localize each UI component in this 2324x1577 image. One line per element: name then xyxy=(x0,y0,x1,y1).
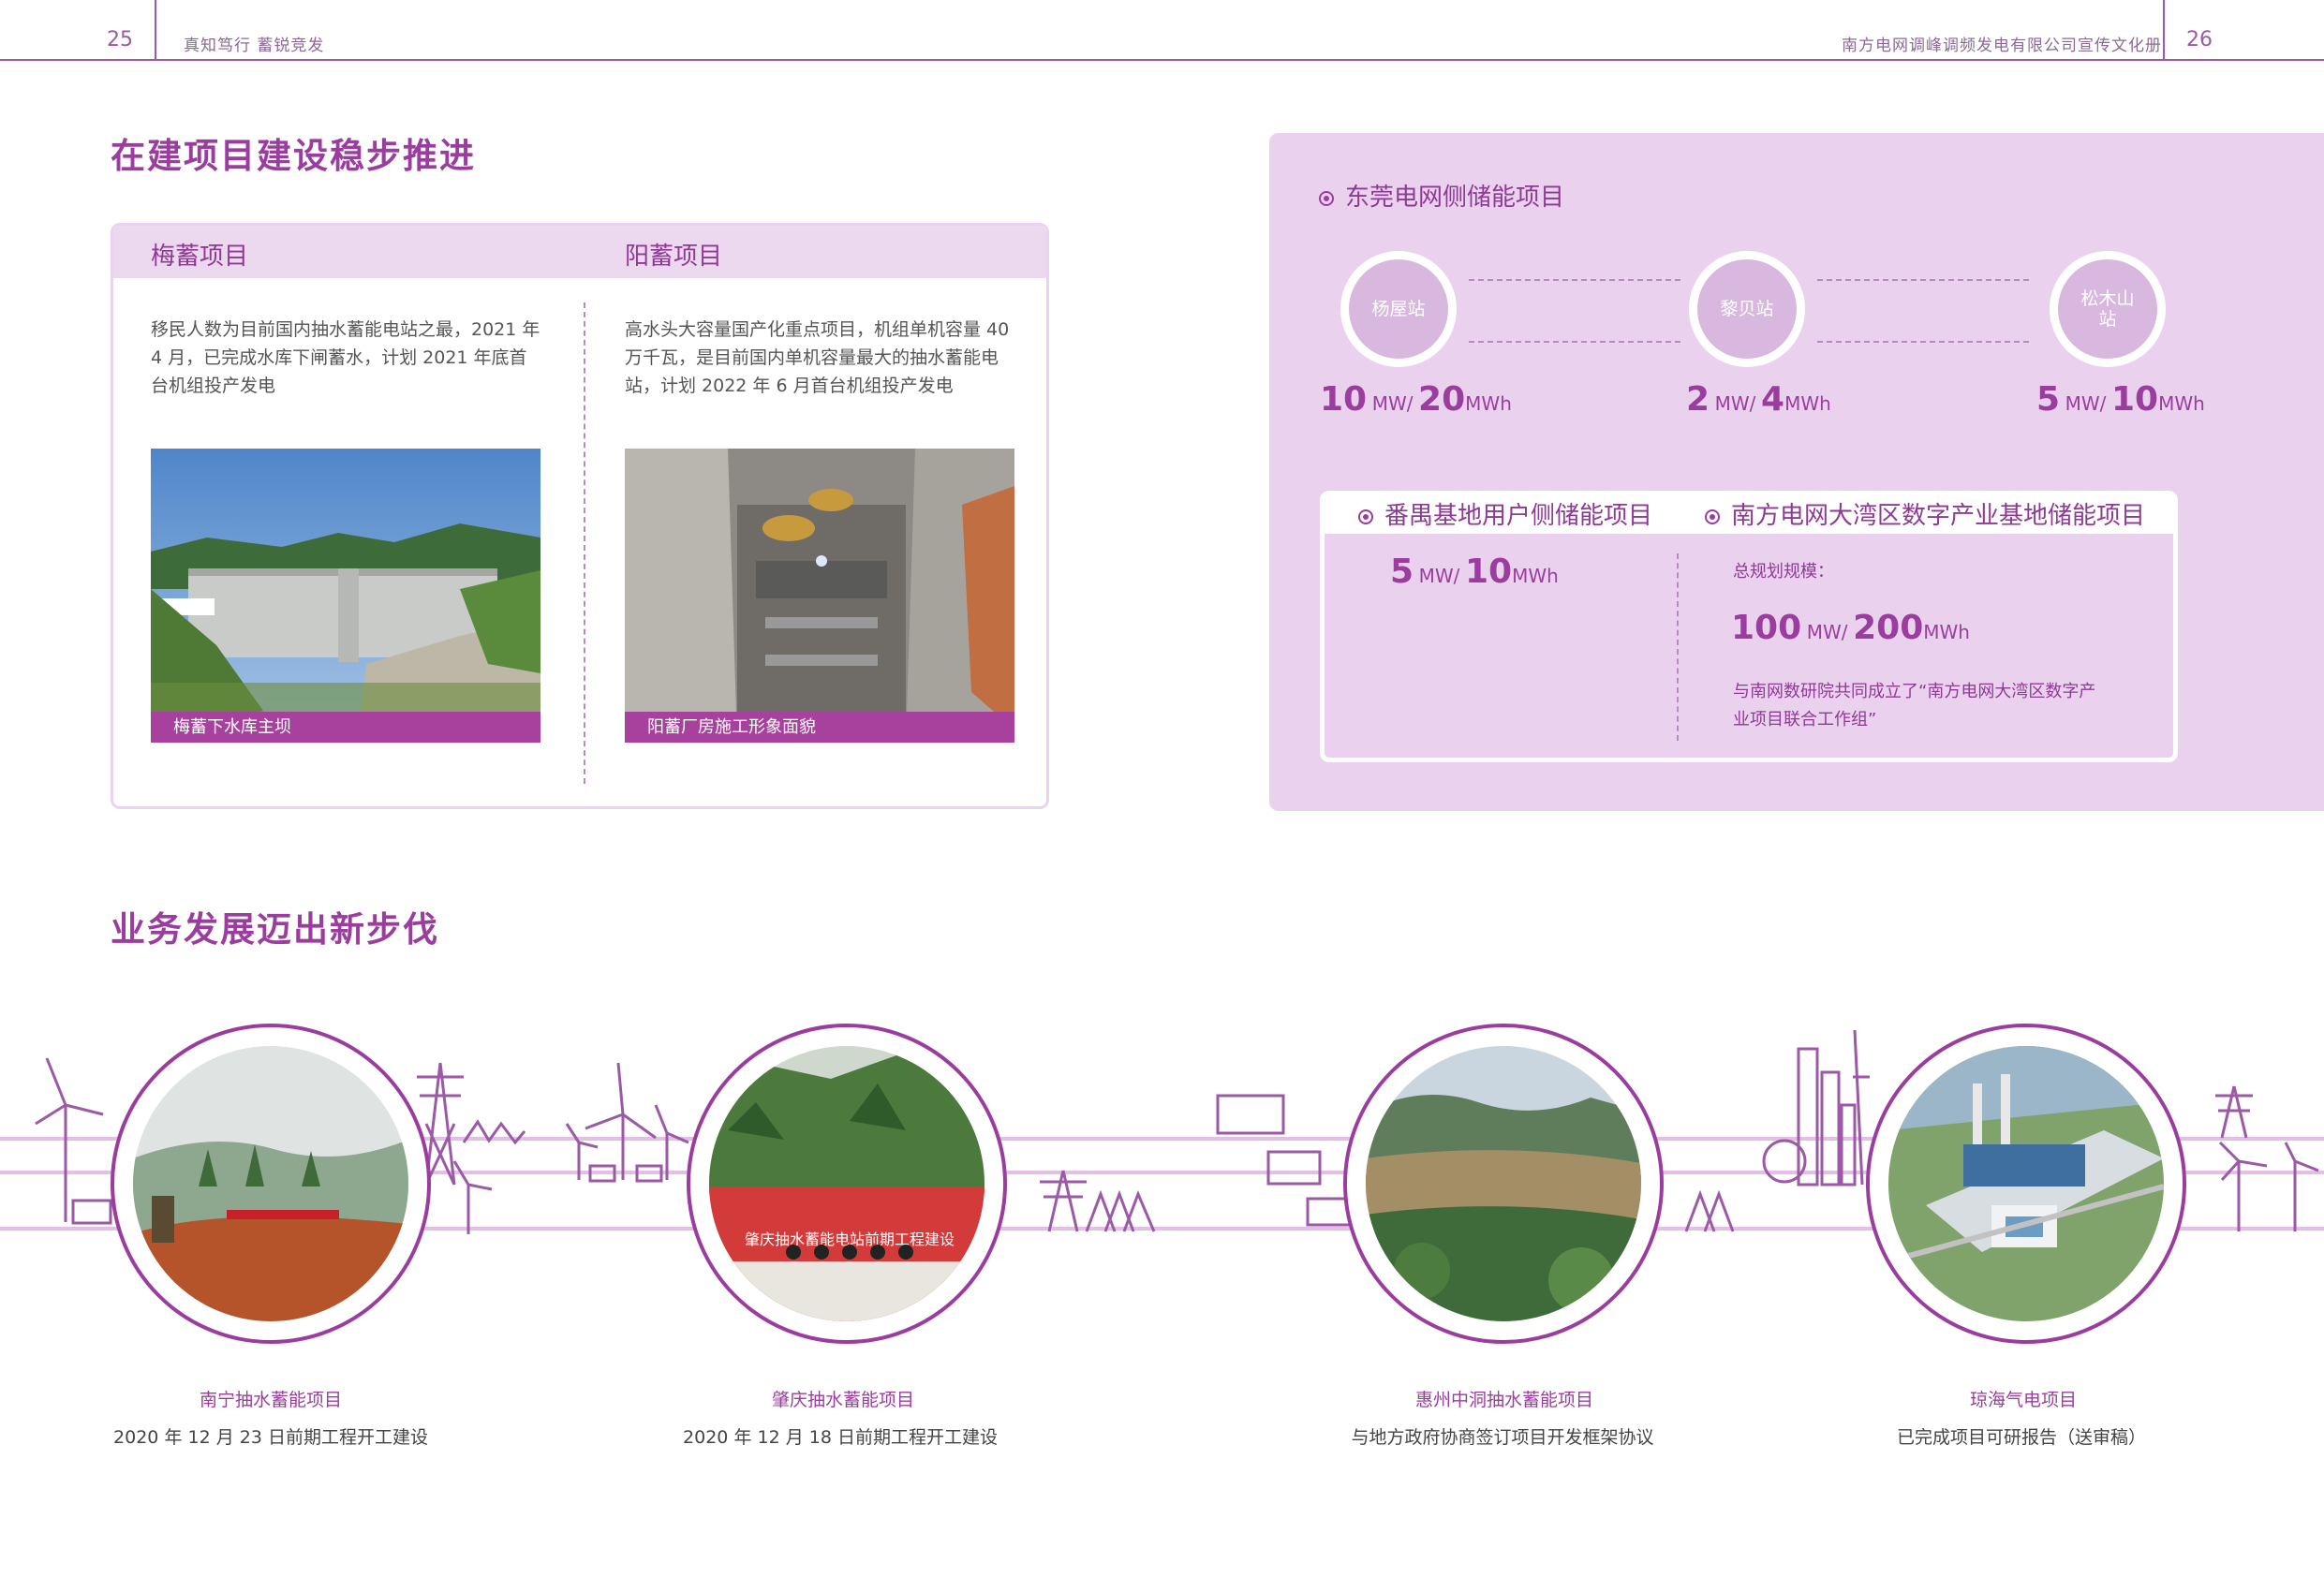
bullet-icon xyxy=(1358,508,1373,524)
project-desc-zhaoqing: 2020 年 12 月 18 日前期工程开工建设 xyxy=(683,1427,998,1448)
yangxu-photo: 阳蓄厂房施工形象面貌 xyxy=(625,449,1014,743)
nanning-image xyxy=(133,1046,408,1321)
panyu-title: 番禺基地用户侧储能项目 xyxy=(1358,496,1652,531)
project-desc-nanning: 2020 年 12 月 23 日前期工程开工建设 xyxy=(113,1427,428,1448)
yangwu-capacity: 10 MW/ 20MWh xyxy=(1320,380,1512,419)
meixu-heading: 梅蓄项目 xyxy=(151,243,249,271)
header-company: 南方电网调峰调频发电有限公司宣传文化册 xyxy=(1842,37,2162,55)
station-yangwu-label: 杨屋站 xyxy=(1349,259,1448,359)
station-songmushan-text: 松木山站 xyxy=(2080,288,2135,330)
dash-line xyxy=(1817,279,2029,281)
header-rule xyxy=(0,59,2324,61)
bay-scale-label: 总规划规模： xyxy=(1733,562,1834,582)
songmushan-capacity: 5 MW/ 10MWh xyxy=(2036,380,2205,419)
dash-line xyxy=(1469,341,1680,343)
bay-note: 与南网数研院共同成立了“南方电网大湾区数字产业项目联合工作组” xyxy=(1733,682,2096,730)
dash-line xyxy=(1817,341,2029,343)
bay-title: 南方电网大湾区数字产业基地储能项目 xyxy=(1705,496,2145,531)
station-songmushan-ring: 松木山站 xyxy=(2050,251,2166,367)
header-divider-left xyxy=(155,0,156,60)
construction-card: 梅蓄项目 阳蓄项目 移民人数为目前国内抽水蓄能电站之最，2021 年 4 月，已… xyxy=(111,223,1049,809)
subcard-divider xyxy=(1677,553,1679,741)
project-photo-zhaoqing: 肇庆抽水蓄能电站前期工程建设 xyxy=(687,1024,1007,1344)
meixu-description: 移民人数为目前国内抽水蓄能电站之最，2021 年 4 月，已完成水库下闸蓄水，计… xyxy=(151,319,540,396)
card-divider xyxy=(584,302,585,784)
bay-capacity: 100 MW/ 200MWh xyxy=(1731,609,1970,647)
project-desc-qionghai: 已完成项目可研报告（送审稿） xyxy=(1896,1427,2146,1448)
card-header: 梅蓄项目 阳蓄项目 xyxy=(113,226,1046,278)
libei-capacity: 2 MW/ 4MWh xyxy=(1686,380,1831,419)
project-name-qionghai: 琼海气电项目 xyxy=(1969,1390,2077,1410)
project-photo-huizhou xyxy=(1343,1024,1664,1344)
project-photo-qionghai xyxy=(1866,1024,2186,1344)
bullet-icon xyxy=(1319,190,1334,206)
panyu-capacity: 5 MW/ 10MWh xyxy=(1390,553,1559,591)
page-number-left: 25 xyxy=(107,28,133,52)
dongguan-title: 东莞电网侧储能项目 xyxy=(1319,178,1564,213)
yangxu-photo-caption: 阳蓄厂房施工形象面貌 xyxy=(625,712,1014,743)
header-slogan: 真知笃行 蓄锐竞发 xyxy=(184,37,325,55)
huizhou-image xyxy=(1366,1046,1641,1321)
station-libei-label: 黎贝站 xyxy=(1697,259,1797,359)
project-name-huizhou: 惠州中洞抽水蓄能项目 xyxy=(1414,1390,1593,1410)
section-title-construction: 在建项目建设稳步推进 xyxy=(111,136,476,176)
yangxu-heading: 阳蓄项目 xyxy=(625,243,723,271)
yangxu-description: 高水头大容量国产化重点项目，机组单机容量 40 万千瓦，是目前国内单机容量最大的… xyxy=(625,319,1010,396)
section-title-business: 业务发展迈出新步伐 xyxy=(111,909,439,950)
bullet-icon xyxy=(1705,508,1720,524)
page-number-right: 26 xyxy=(2186,28,2213,52)
qionghai-image xyxy=(1888,1046,2164,1321)
project-name-nanning: 南宁抽水蓄能项目 xyxy=(199,1390,342,1410)
dash-line xyxy=(1469,279,1680,281)
station-libei: 黎贝站 xyxy=(1689,251,1805,367)
station-yangwu: 杨屋站 xyxy=(1340,251,1457,367)
project-photo-nanning xyxy=(111,1024,431,1344)
zhaoqing-image: 肇庆抽水蓄能电站前期工程建设 xyxy=(709,1046,984,1321)
project-desc-huizhou: 与地方政府协商签订项目开发框架协议 xyxy=(1351,1427,1654,1448)
project-name-zhaoqing: 肇庆抽水蓄能项目 xyxy=(771,1390,914,1410)
header-divider-right xyxy=(2163,0,2165,60)
meixu-photo-caption: 梅蓄下水库主坝 xyxy=(151,712,540,743)
meixu-photo: 梅蓄下水库主坝 xyxy=(151,449,540,743)
